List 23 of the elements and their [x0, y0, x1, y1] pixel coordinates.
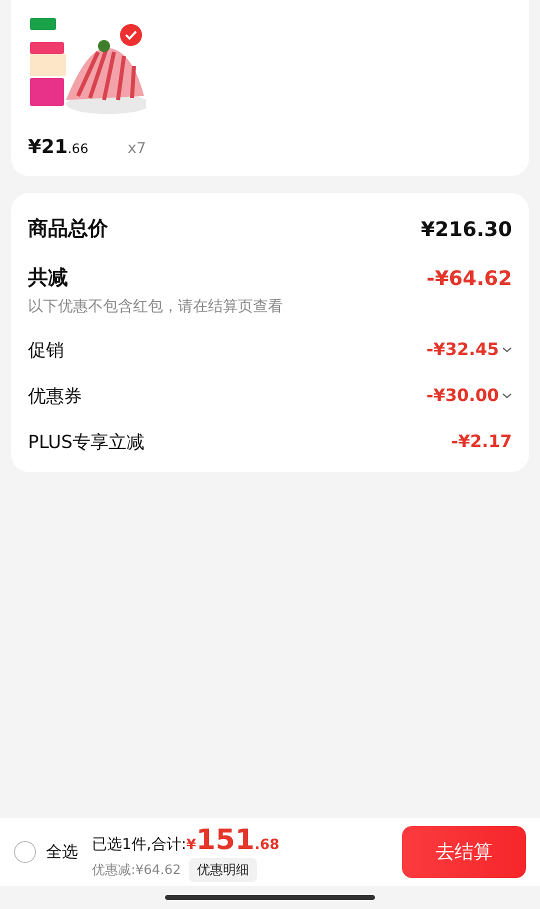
summary-label: 促销 — [28, 339, 64, 362]
summary-label: 共减 — [28, 264, 68, 291]
summary-value: -¥30.00 — [426, 386, 499, 406]
total-price: ¥151.68 — [186, 822, 280, 856]
summary-label: 优惠券 — [28, 385, 82, 408]
discount-details-button[interactable]: 优惠明细 — [188, 858, 257, 882]
caret-icon[interactable] — [502, 347, 512, 353]
product-price: ¥21.66 — [28, 136, 88, 158]
quantity: x7 — [128, 139, 146, 157]
check-icon — [125, 30, 137, 40]
summary-value: -¥64.62 — [426, 266, 512, 290]
summary-value: -¥32.45 — [426, 340, 499, 360]
summary-label: PLUS专享立减 — [28, 431, 145, 454]
summary-label: 商品总价 — [28, 215, 108, 242]
summary-note: 以下优惠不包含红包，请在结算页查看 — [28, 297, 284, 316]
select-all-label[interactable]: 全选 — [46, 842, 78, 862]
discount-text: 优惠减:¥64.62 — [92, 862, 181, 878]
summary-value: -¥2.17 — [451, 432, 512, 452]
summary-value: ¥216.30 — [420, 216, 512, 240]
selected-count: 已选1件,合计: — [92, 834, 186, 854]
checkout-button[interactable]: 去结算 — [402, 826, 526, 878]
select-all-checkbox[interactable] — [14, 841, 36, 863]
caret-icon[interactable] — [502, 393, 512, 399]
